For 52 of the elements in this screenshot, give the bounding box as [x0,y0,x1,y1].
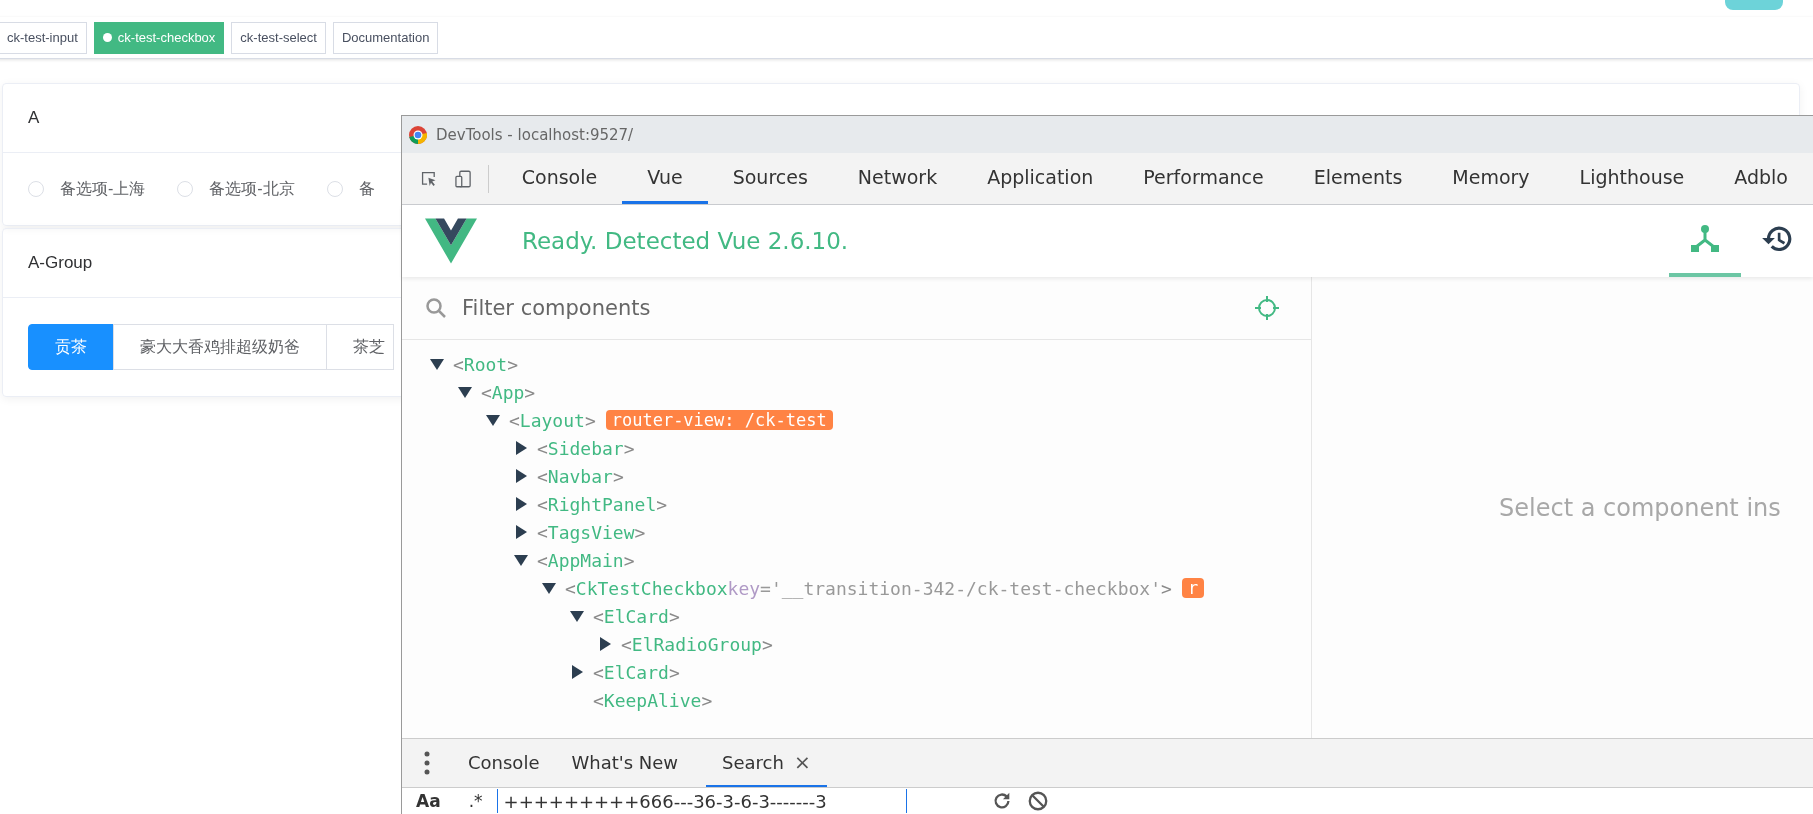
route-badge: r [1181,578,1205,598]
expand-arrow-icon[interactable] [514,525,528,539]
devtools-tab[interactable]: Performance [1118,153,1289,204]
regex-toggle[interactable]: .* [454,791,497,811]
collapse-arrow-icon[interactable] [458,385,472,399]
status-text: Ready. Detected Vue 2.6.10. [522,228,849,254]
more-icon[interactable] [424,751,430,775]
devtools-tab[interactable]: Sources [707,153,833,204]
search-icon [424,296,448,320]
radio-button[interactable]: 茶芝 [326,324,394,370]
component-node[interactable]: <RightPanel> [537,493,668,515]
radio-option[interactable]: 备选项-上海 [28,178,146,200]
filter-field[interactable]: Filter components [460,295,1241,321]
devtools-tab[interactable]: Adblo [1709,153,1813,204]
radio-button[interactable]: 豪大大香鸡排超级奶爸 [113,324,327,370]
empty-message: Select a component ins [1499,493,1781,522]
tag[interactable]: ck-test-select [231,21,326,54]
collapse-arrow-icon[interactable] [486,413,500,427]
devtools-tab[interactable]: Elements [1288,153,1428,204]
route-badge: router-view: /ck-test [605,410,833,430]
expand-arrow-icon[interactable] [570,665,584,679]
tag[interactable]: Documentation [332,21,439,54]
tree-icon [1689,224,1721,254]
tag[interactable]: ck-test-input [0,21,87,54]
expand-arrow-icon[interactable] [514,497,528,511]
clear-icon[interactable] [1026,790,1049,812]
expand-arrow-icon[interactable] [514,469,528,483]
devtools-tab[interactable]: Lighthouse [1554,153,1710,204]
collapse-arrow-icon[interactable] [570,609,584,623]
devtools-tab[interactable]: Console [496,153,623,204]
expand-arrow-icon[interactable] [598,637,612,651]
devtools-tab[interactable]: Network [832,153,963,204]
close-icon[interactable]: × [793,750,811,774]
collapse-arrow-icon[interactable] [430,357,444,371]
radio-option[interactable]: 备 [326,178,375,200]
card-title: A [28,108,40,128]
card-title: A-Group [28,253,93,273]
devtools-tab[interactable]: Application [962,153,1119,204]
drawer-tab[interactable]: Console [452,739,556,787]
vue-logo-icon [425,218,477,264]
radio-option[interactable]: 备选项-北京 [177,178,295,200]
match-case-toggle[interactable]: Aa [402,791,455,811]
expand-arrow-icon[interactable] [514,441,528,455]
devtools-tab[interactable]: Memory [1427,153,1555,204]
browser-logo-icon [408,124,428,145]
collapse-arrow-icon[interactable] [514,553,528,567]
component-node[interactable]: <Root> [453,353,519,375]
collapse-arrow-icon[interactable] [542,581,556,595]
search-field[interactable]: +++++++++666---36-3-6-3-------3 [496,789,907,813]
drawer-tab[interactable]: What's New [555,739,695,787]
window-title: DevTools - localhost:9527/ [436,125,634,144]
component-node[interactable]: <App> [481,381,536,403]
